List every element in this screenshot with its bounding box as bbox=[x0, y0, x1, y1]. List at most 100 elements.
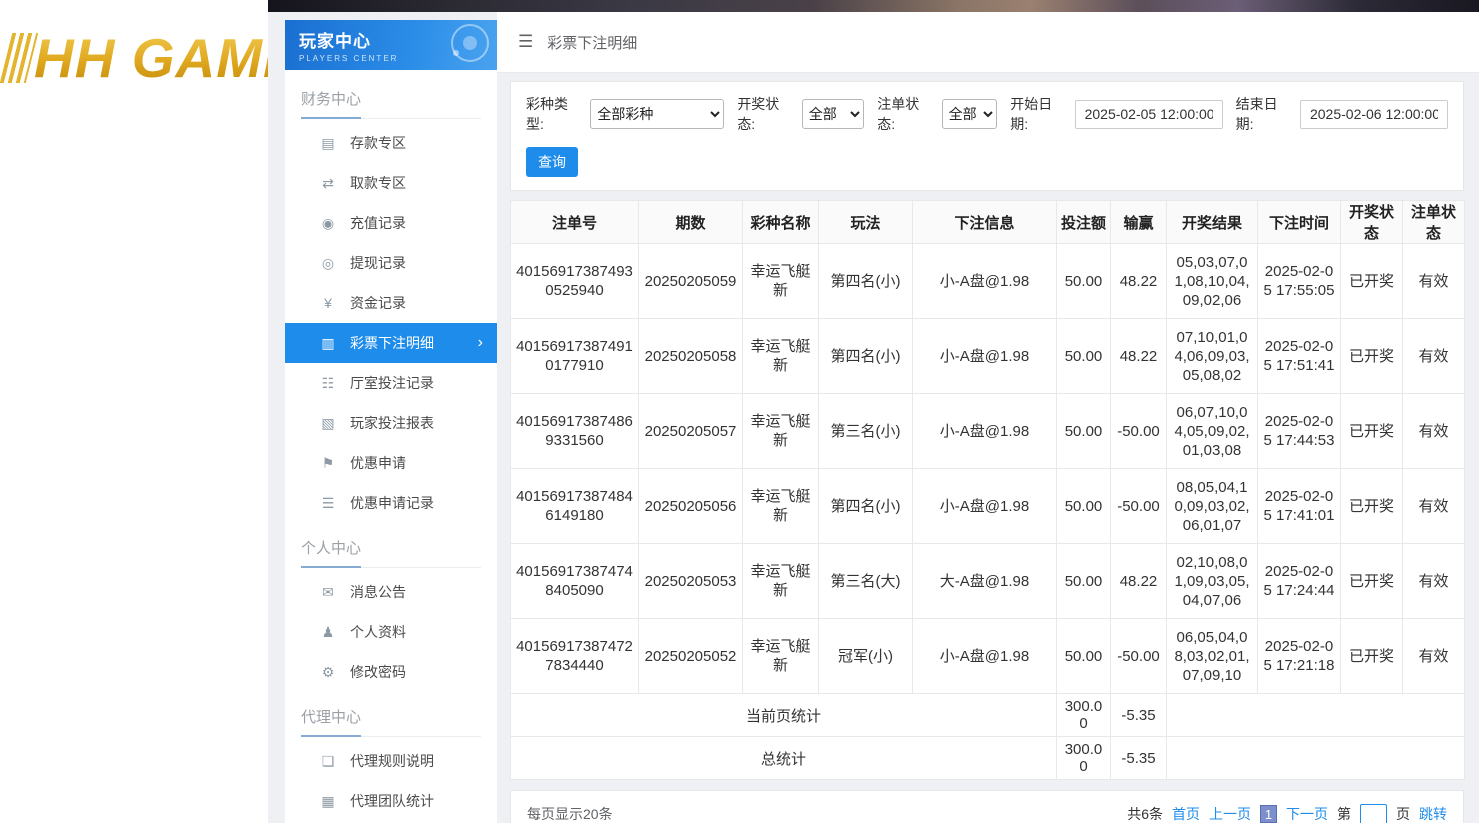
order-status-select[interactable]: 全部 bbox=[942, 99, 998, 129]
cell-play: 第四名(小) bbox=[819, 244, 913, 319]
sidebar-item[interactable]: ⚑优惠申请 bbox=[285, 443, 497, 483]
sidebar-item[interactable]: ❏代理规则说明 bbox=[285, 741, 497, 781]
cell-lottery: 幸运飞艇新 bbox=[743, 244, 819, 319]
sidebar-item[interactable]: ✉ 消息公告 bbox=[285, 572, 497, 612]
summary-win-loss: -5.35 bbox=[1111, 694, 1167, 737]
sidebar-item-label: 存款专区 bbox=[350, 133, 406, 153]
current-page-button[interactable]: 1 bbox=[1260, 805, 1277, 823]
sidebar-item-label: 玩家投注报表 bbox=[350, 413, 434, 433]
total-count-label: 共6条 bbox=[1127, 804, 1163, 823]
doc-icon: ❏ bbox=[319, 753, 337, 770]
sidebar-menu: 财务中心▤存款专区⇄取款专区◉充值记录◎提现记录¥资金记录▥彩票下注明细›☷厅室… bbox=[285, 70, 497, 823]
cell-result: 06,07,10,04,05,09,02,01,03,08 bbox=[1167, 394, 1258, 469]
cell-order-status: 有效 bbox=[1403, 244, 1465, 319]
main-area: ☰ 彩票下注明细 彩种类型: 全部彩种 开奖状态: 全部 注单状态: bbox=[497, 12, 1479, 823]
bet-detail-table: 注单号期数彩种名称玩法下注信息投注额输赢开奖结果下注时间开奖状态注单状态 401… bbox=[510, 200, 1465, 780]
recharge-record-icon: ◉ bbox=[319, 215, 337, 232]
cell-win-loss: -50.00 bbox=[1111, 394, 1167, 469]
cell-bet-info: 小-A盘@1.98 bbox=[913, 619, 1057, 694]
lottery-type-label: 彩种类型: bbox=[526, 94, 585, 134]
sidebar-subtitle: PLAYERS CENTER bbox=[299, 54, 398, 63]
cell-order-no: 401569173874910177910 bbox=[511, 319, 639, 394]
filter-panel: 彩种类型: 全部彩种 开奖状态: 全部 注单状态: 全部 开始日期: bbox=[510, 81, 1464, 191]
page-title: 彩票下注明细 bbox=[547, 32, 637, 53]
brand-logo: HH GAME bbox=[6, 26, 268, 90]
sidebar-item-label: 取款专区 bbox=[350, 173, 406, 193]
menu-toggle-icon[interactable]: ☰ bbox=[518, 32, 533, 52]
end-date-label: 结束日期: bbox=[1236, 94, 1295, 134]
cell-draw-status: 已开奖 bbox=[1341, 469, 1403, 544]
jump-button[interactable]: 跳转 bbox=[1419, 804, 1447, 823]
jump-page-input[interactable] bbox=[1360, 804, 1387, 823]
column-header: 彩种名称 bbox=[743, 201, 819, 244]
promo-record-icon: ☰ bbox=[319, 495, 337, 512]
order-status-label: 注单状态: bbox=[877, 94, 936, 134]
cell-lottery: 幸运飞艇新 bbox=[743, 469, 819, 544]
cell-win-loss: 48.22 bbox=[1111, 544, 1167, 619]
sidebar-item[interactable]: ⚙修改密码 bbox=[285, 652, 497, 692]
cell-amount: 50.00 bbox=[1057, 244, 1111, 319]
top-banner-strip bbox=[268, 0, 1479, 12]
cell-amount: 50.00 bbox=[1057, 469, 1111, 544]
cell-bet-info: 小-A盘@1.98 bbox=[913, 319, 1057, 394]
sidebar-item[interactable]: ▤ 存款专区 bbox=[285, 123, 497, 163]
jump-prefix-label: 第 bbox=[1337, 804, 1351, 823]
sidebar-item[interactable]: ▦代理团队统计 bbox=[285, 781, 497, 821]
deposit-icon: ▤ bbox=[319, 135, 337, 152]
start-date-input[interactable] bbox=[1075, 100, 1223, 129]
cell-bet-time: 2025-02-05 17:24:44 bbox=[1258, 544, 1341, 619]
cell-lottery: 幸运飞艇新 bbox=[743, 394, 819, 469]
query-button[interactable]: 查询 bbox=[526, 147, 578, 177]
sidebar-item[interactable]: ◎提现记录 bbox=[285, 243, 497, 283]
cell-bet-time: 2025-02-05 17:21:18 bbox=[1258, 619, 1341, 694]
player-report-icon: ▧ bbox=[319, 415, 337, 432]
cell-period: 20250205053 bbox=[639, 544, 743, 619]
cell-order-no: 401569173874727834440 bbox=[511, 619, 639, 694]
cell-order-no: 401569173874869331560 bbox=[511, 394, 639, 469]
chevron-right-icon: › bbox=[478, 334, 483, 352]
sidebar-item[interactable]: ▥彩票下注明细› bbox=[285, 323, 497, 363]
summary-row: 总统计300.00-5.35 bbox=[511, 737, 1465, 780]
cell-lottery: 幸运飞艇新 bbox=[743, 544, 819, 619]
lottery-type-select[interactable]: 全部彩种 bbox=[590, 99, 724, 129]
hall-bet-icon: ☷ bbox=[319, 375, 337, 392]
cell-order-no: 401569173874846149180 bbox=[511, 469, 639, 544]
brand-panel: HH GAME bbox=[0, 0, 268, 823]
column-header: 开奖结果 bbox=[1167, 201, 1258, 244]
table-row: 40156917387474840509020250205053幸运飞艇新第三名… bbox=[511, 544, 1465, 619]
summary-amount: 300.00 bbox=[1057, 694, 1111, 737]
sidebar-title: 玩家中心 bbox=[299, 27, 398, 52]
cell-win-loss: -50.00 bbox=[1111, 619, 1167, 694]
first-page-link[interactable]: 首页 bbox=[1172, 804, 1200, 823]
sidebar-item[interactable]: ☷厅室投注记录 bbox=[285, 363, 497, 403]
cell-period: 20250205058 bbox=[639, 319, 743, 394]
sidebar-item[interactable]: ▧ 玩家投注报表 bbox=[285, 403, 497, 443]
cell-bet-time: 2025-02-05 17:55:05 bbox=[1258, 244, 1341, 319]
cell-play: 第三名(大) bbox=[819, 544, 913, 619]
cell-play: 第四名(小) bbox=[819, 319, 913, 394]
sidebar-header: 玩家中心 PLAYERS CENTER bbox=[285, 20, 497, 70]
end-date-input[interactable] bbox=[1300, 100, 1448, 129]
sidebar-item[interactable]: ♟个人资料 bbox=[285, 612, 497, 652]
cell-result: 06,05,04,08,03,02,01,07,09,10 bbox=[1167, 619, 1258, 694]
sidebar-item[interactable]: ⇄取款专区 bbox=[285, 163, 497, 203]
sidebar-item-label: 优惠申请记录 bbox=[350, 493, 434, 513]
sidebar-item-label: 消息公告 bbox=[350, 582, 406, 602]
logo-text: HH GAME bbox=[34, 26, 268, 90]
bell-icon: ✉ bbox=[319, 584, 337, 601]
draw-status-select[interactable]: 全部 bbox=[802, 99, 865, 129]
summary-empty bbox=[1167, 737, 1465, 780]
next-page-link[interactable]: 下一页 bbox=[1286, 804, 1328, 823]
draw-status-label: 开奖状态: bbox=[737, 94, 796, 134]
sidebar-item[interactable]: ¥资金记录 bbox=[285, 283, 497, 323]
sidebar-item-label: 彩票下注明细 bbox=[350, 333, 434, 353]
sidebar-item[interactable]: ◉充值记录 bbox=[285, 203, 497, 243]
cell-amount: 50.00 bbox=[1057, 544, 1111, 619]
cell-draw-status: 已开奖 bbox=[1341, 319, 1403, 394]
sidebar-item[interactable]: ☰ 优惠申请记录 bbox=[285, 483, 497, 523]
cell-result: 02,10,08,01,09,03,05,04,07,06 bbox=[1167, 544, 1258, 619]
cell-period: 20250205057 bbox=[639, 394, 743, 469]
cell-draw-status: 已开奖 bbox=[1341, 394, 1403, 469]
prev-page-link[interactable]: 上一页 bbox=[1209, 804, 1251, 823]
cell-period: 20250205056 bbox=[639, 469, 743, 544]
